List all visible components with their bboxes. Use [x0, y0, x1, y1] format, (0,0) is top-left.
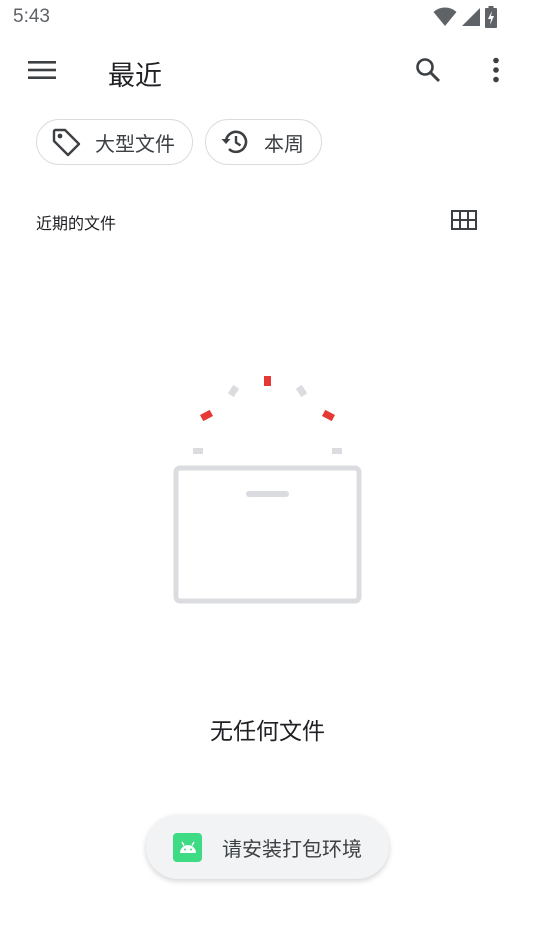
- more-options-button[interactable]: [474, 50, 518, 94]
- chip-this-week[interactable]: 本周: [205, 119, 322, 165]
- ray-right-1: [295, 384, 308, 398]
- filter-chips: 大型文件 本周: [36, 119, 322, 165]
- empty-state-message: 无任何文件: [210, 719, 325, 745]
- chip-label: 大型文件: [95, 131, 175, 156]
- menu-icon: [28, 60, 56, 84]
- chip-label: 本周: [264, 131, 304, 156]
- status-bar: 5:43: [0, 0, 535, 36]
- status-time: 5:43: [13, 6, 50, 27]
- ray-left-1: [227, 384, 240, 398]
- menu-button[interactable]: [20, 50, 64, 94]
- toast: 请安装打包环境: [146, 815, 389, 879]
- app-bar: 最近: [0, 40, 535, 104]
- label-tag-icon: [51, 127, 81, 157]
- page-title: 最近: [108, 61, 162, 92]
- more-vert-icon: [492, 57, 500, 87]
- grid-view-toggle[interactable]: [442, 200, 486, 244]
- ray-center: [264, 376, 271, 386]
- search-icon: [415, 57, 441, 87]
- wifi-icon: [433, 7, 457, 31]
- ray-right-3: [332, 448, 342, 454]
- status-icons: [433, 6, 497, 32]
- box-outline: [173, 465, 362, 604]
- box-slot: [246, 491, 289, 497]
- chip-large-files[interactable]: 大型文件: [36, 119, 193, 165]
- section-title: 近期的文件: [36, 214, 117, 233]
- android-icon: [173, 832, 202, 862]
- empty-folder-illustration: [160, 365, 375, 615]
- ray-left-2: [200, 409, 213, 422]
- ray-left-3: [193, 448, 203, 454]
- grid-view-icon: [451, 210, 477, 234]
- toast-text: 请安装打包环境: [222, 836, 362, 861]
- search-button[interactable]: [406, 50, 450, 94]
- ray-right-2: [322, 409, 335, 422]
- battery-charging-icon: [485, 6, 497, 32]
- history-icon: [220, 127, 250, 157]
- cell-signal-icon: [461, 7, 481, 31]
